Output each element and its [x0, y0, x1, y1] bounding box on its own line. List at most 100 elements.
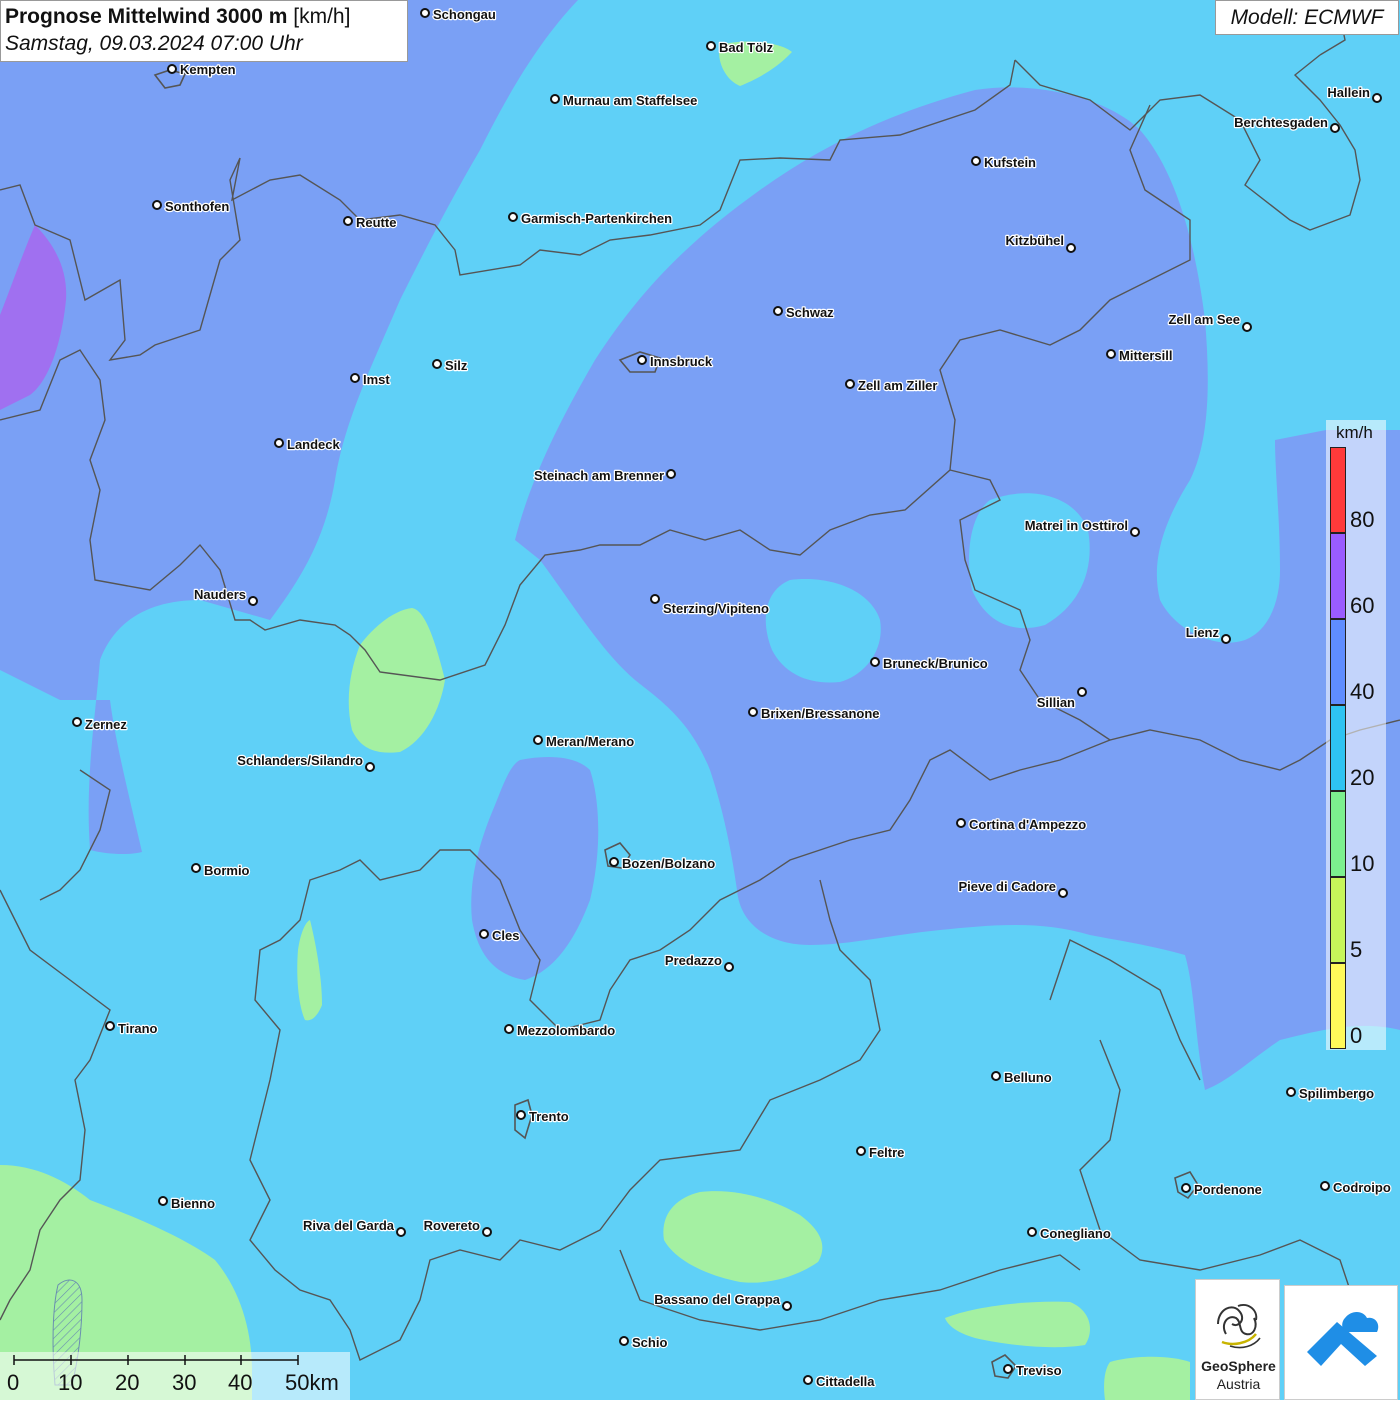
- city-label: Pordenone: [1194, 1182, 1262, 1197]
- city-label: Bad Tölz: [719, 40, 774, 55]
- scale-bar-line: [13, 1355, 299, 1365]
- city-marker: [856, 1146, 866, 1156]
- legend-tick-label: 5: [1350, 937, 1363, 962]
- city-marker: [105, 1021, 115, 1031]
- geosphere-logo: GeoSphere Austria: [1195, 1279, 1280, 1400]
- map-subtitle: Samstag, 09.03.2024 07:00 Uhr: [5, 32, 303, 55]
- map-title-unit: [km/h]: [287, 5, 351, 28]
- city-marker: [248, 596, 258, 606]
- city-marker: [971, 156, 981, 166]
- city-marker: [482, 1227, 492, 1237]
- scale-label-10: 10: [58, 1370, 83, 1395]
- city-label: Bormio: [204, 863, 250, 878]
- legend-swatch: [1330, 619, 1346, 705]
- city-marker: [350, 373, 360, 383]
- geosphere-swirl-icon: [1217, 1304, 1261, 1349]
- city-label: Sterzing/Vipiteno: [663, 601, 769, 616]
- city-label: Kitzbühel: [1006, 233, 1065, 248]
- legend-tick-label: 20: [1350, 765, 1375, 790]
- legend-swatch: [1330, 877, 1346, 963]
- wind-map: Schongau Bad Tölz Kempten Murnau am Staffel…: [0, 0, 1400, 1400]
- city-marker: [782, 1301, 792, 1311]
- scale-label-50: 50km: [285, 1370, 339, 1395]
- legend-swatch: [1330, 963, 1346, 1049]
- city-label: Zell am Ziller: [858, 378, 937, 393]
- legend-tick-label: 60: [1350, 593, 1375, 618]
- city-marker: [1242, 322, 1252, 332]
- city-label: Steinach am Brenner: [534, 468, 664, 483]
- legend-tick-label: 80: [1350, 507, 1375, 532]
- city-marker: [516, 1110, 526, 1120]
- legend-tick-label: 10: [1350, 851, 1375, 876]
- city-marker: [550, 94, 560, 104]
- city-marker: [706, 41, 716, 51]
- city-marker: [845, 379, 855, 389]
- city-marker: [1058, 888, 1068, 898]
- city-label: Cittadella: [816, 1374, 875, 1389]
- city-marker: [870, 657, 880, 667]
- scale-label-0: 0: [7, 1370, 20, 1395]
- legend-swatch: [1330, 533, 1346, 619]
- city-label: Hallein: [1327, 85, 1370, 100]
- city-label: Brixen/Bressanone: [761, 706, 880, 721]
- legend-swatch: [1330, 791, 1346, 877]
- legend-swatch: [1330, 447, 1346, 533]
- city-label: Garmisch-Partenkirchen: [521, 211, 672, 226]
- city-marker: [191, 863, 201, 873]
- city-marker: [619, 1336, 629, 1346]
- city-marker: [1066, 243, 1076, 253]
- city-label: Landeck: [287, 437, 341, 452]
- scale-bar: 0 10 20 30 40 50km: [0, 1352, 350, 1400]
- city-marker: [1027, 1227, 1037, 1237]
- city-label: Nauders: [194, 587, 246, 602]
- city-label: Sonthofen: [165, 199, 229, 214]
- city-marker: [72, 717, 82, 727]
- color-legend: km/h 80 60 40 20 10 5 0: [1326, 420, 1386, 1050]
- weather-app-logo: [1284, 1285, 1398, 1400]
- city-label: Feltre: [869, 1145, 904, 1160]
- city-marker: [365, 762, 375, 772]
- map-title: Prognose Mittelwind 3000 m [km/h]: [5, 4, 407, 30]
- city-label: Reutte: [356, 215, 396, 230]
- city-label: Schongau: [433, 7, 496, 22]
- cloud-arrow-icon: [1307, 1312, 1379, 1366]
- geosphere-sub: Austria: [1216, 1376, 1261, 1392]
- city-label: Zell am See: [1168, 312, 1240, 327]
- legend-tick-label: 0: [1350, 1023, 1363, 1048]
- city-label: Schlanders/Silandro: [237, 753, 363, 768]
- city-marker: [748, 707, 758, 717]
- city-label: Silz: [445, 358, 468, 373]
- scale-label-20: 20: [115, 1370, 140, 1395]
- city-marker: [504, 1024, 514, 1034]
- city-label: Sillian: [1037, 695, 1075, 710]
- city-label: Meran/Merano: [546, 734, 634, 749]
- city-label: Kufstein: [984, 155, 1036, 170]
- city-marker: [1077, 687, 1087, 697]
- city-marker: [637, 355, 647, 365]
- zone-10-20-southeast: [1104, 1356, 1190, 1400]
- city-label: Schwaz: [786, 305, 834, 320]
- city-marker: [991, 1071, 1001, 1081]
- legend-swatch: [1330, 705, 1346, 791]
- city-marker: [1221, 634, 1231, 644]
- city-label: Bassano del Grappa: [654, 1292, 780, 1307]
- city-label: Predazzo: [665, 953, 722, 968]
- scale-label-30: 30: [172, 1370, 197, 1395]
- city-label: Schio: [632, 1335, 667, 1350]
- city-marker: [396, 1227, 406, 1237]
- title-box: Prognose Mittelwind 3000 m [km/h] Samsta…: [0, 0, 408, 62]
- scale-label-40: 40: [228, 1370, 253, 1395]
- city-label: Imst: [363, 372, 390, 387]
- city-marker: [609, 857, 619, 867]
- city-marker: [1372, 93, 1382, 103]
- city-label: Cles: [492, 928, 519, 943]
- city-marker: [650, 594, 660, 604]
- city-marker: [666, 469, 676, 479]
- city-label: Berchtesgaden: [1234, 115, 1328, 130]
- city-marker: [803, 1375, 813, 1385]
- city-label: Spilimbergo: [1299, 1086, 1374, 1101]
- city-marker: [420, 8, 430, 18]
- city-marker: [1320, 1181, 1330, 1191]
- city-label: Treviso: [1016, 1363, 1062, 1378]
- city-label: Zernez: [85, 717, 127, 732]
